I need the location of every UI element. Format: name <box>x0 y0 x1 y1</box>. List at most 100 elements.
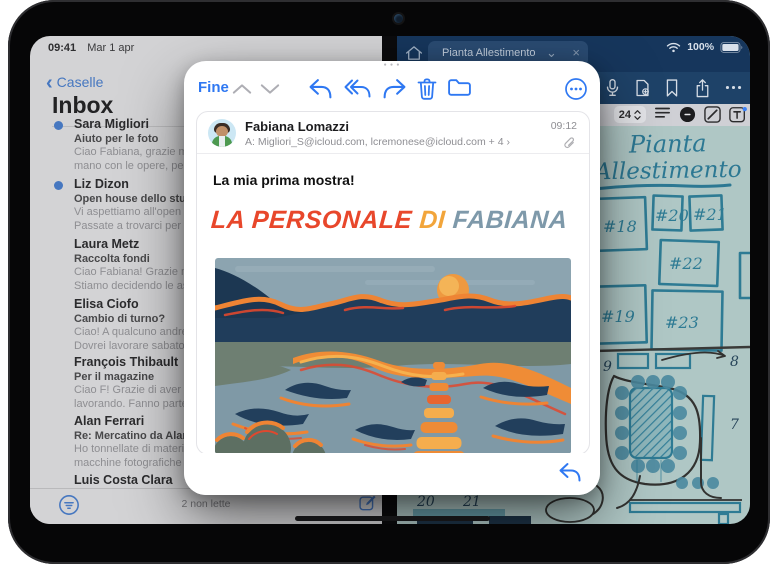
text-align-icon <box>654 106 671 121</box>
add-page-icon <box>634 78 651 98</box>
plan-number: 20 <box>416 494 435 510</box>
reply-icon <box>308 77 333 100</box>
plan-chair <box>676 477 688 489</box>
message-toolbar: Fine <box>184 75 600 107</box>
plan-chair <box>615 406 629 420</box>
chevron-down-icon[interactable]: ⌄ <box>546 45 557 61</box>
battery-percent: 100% <box>687 41 714 53</box>
reply-all-button[interactable] <box>344 77 370 101</box>
exhibition-banner: LA PERSONALE DI FABIANA <box>210 206 582 235</box>
share-icon <box>694 78 711 99</box>
circled-ellipsis-icon <box>564 77 588 101</box>
plan-chair <box>707 477 719 489</box>
back-label: Caselle <box>57 74 104 90</box>
plan-chair <box>661 375 675 389</box>
banner-text-red: LA PERSONALE <box>210 206 413 234</box>
plan-chair <box>673 426 687 440</box>
plan-chair <box>631 375 645 389</box>
reply-icon <box>558 461 582 483</box>
more-options-button[interactable] <box>724 78 744 98</box>
booth-label: #22 <box>669 254 703 273</box>
title-underline <box>594 185 730 189</box>
more-actions-button[interactable] <box>564 77 588 101</box>
tab-close-icon[interactable]: × <box>572 45 580 60</box>
banner-text-orange: DI <box>418 206 446 234</box>
message-recipients[interactable]: A: Migliori_S@icloud.com, lcremonese@icl… <box>245 136 510 148</box>
mail-message-window: ● ● ● Fine <box>184 61 600 495</box>
front-camera-icon <box>394 14 403 23</box>
text-tool-icon <box>729 106 747 123</box>
plan-table <box>630 388 672 458</box>
chevron-down-icon <box>260 83 280 95</box>
plan-number: 7 <box>730 417 739 433</box>
plan-chair <box>673 446 687 460</box>
document-tab-title: Pianta Allestimento <box>442 47 536 59</box>
message-card: Fabiana Lomazzi A: Migliori_S@icloud.com… <box>196 111 590 455</box>
window-grab-handle[interactable]: ● ● ● <box>184 62 600 68</box>
move-to-folder-button[interactable] <box>447 77 473 101</box>
unread-count-label: 2 non lette <box>30 498 382 510</box>
text-tool-button[interactable] <box>729 106 746 123</box>
reply-button[interactable] <box>308 77 334 101</box>
attachment-button[interactable] <box>563 137 576 150</box>
booth-label: #20 <box>655 206 689 225</box>
plan-chair <box>673 406 687 420</box>
plan-chair <box>646 459 660 473</box>
share-button[interactable] <box>694 78 714 98</box>
status-bar-left: 09:41 Mar 1 apr <box>48 42 134 54</box>
line-tool-button[interactable] <box>704 106 721 123</box>
ellipsis-icon <box>724 78 743 97</box>
booth-label: #18 <box>603 217 637 236</box>
plan-arrow <box>662 351 725 360</box>
line-tool-icon <box>704 106 721 123</box>
home-indicator[interactable] <box>295 516 490 521</box>
forward-button[interactable] <box>382 77 408 101</box>
next-message-button[interactable] <box>260 83 282 97</box>
font-size-value: 24 <box>619 109 631 121</box>
plan-chair <box>631 459 645 473</box>
plan-number: 9 <box>603 359 612 375</box>
chevron-up-icon <box>232 83 252 95</box>
folder-icon <box>447 77 472 98</box>
add-page-button[interactable] <box>634 78 654 98</box>
message-header[interactable]: Fabiana Lomazzi A: Migliori_S@icloud.com… <box>197 112 589 154</box>
plan-number: 21 <box>462 494 481 510</box>
plan-chair <box>673 386 687 400</box>
canvas-title-line2: Allestimento <box>593 157 742 186</box>
plan-rect <box>701 396 714 460</box>
microphone-button[interactable] <box>604 78 624 98</box>
color-swatch-icon <box>679 106 696 123</box>
trash-button[interactable] <box>416 77 442 101</box>
plan-number: 8 <box>730 354 739 370</box>
done-button[interactable]: Fine <box>198 79 229 96</box>
message-time: 09:12 <box>551 120 577 132</box>
status-bar-right: 100% <box>666 41 744 55</box>
paperclip-icon <box>563 137 576 150</box>
previous-message-button[interactable] <box>232 83 254 97</box>
wifi-icon <box>666 41 681 54</box>
sunset-painting <box>215 258 571 454</box>
banner-text-slate: FABIANA <box>452 206 569 234</box>
battery-icon <box>720 41 744 54</box>
trash-icon <box>416 77 438 101</box>
status-time: 09:41 <box>48 42 76 54</box>
ipad-screen: 09:41 Mar 1 apr ‹Caselle Inbox Sara Migl… <box>30 36 750 524</box>
message-subject: La mia prima mostra! <box>213 172 355 188</box>
quick-reply-button[interactable] <box>558 461 582 483</box>
font-size-stepper[interactable]: 24 <box>614 106 646 123</box>
canvas-title-line1: Pianta <box>628 129 707 158</box>
text-align-button[interactable] <box>654 106 671 123</box>
compose-button[interactable] <box>358 493 378 513</box>
filter-button[interactable] <box>58 494 80 516</box>
booth-label: #23 <box>665 313 699 332</box>
color-swatch-button[interactable] <box>679 106 696 123</box>
booth-box-partial <box>740 253 750 298</box>
home-icon <box>405 44 423 62</box>
bookmark-button[interactable] <box>664 78 684 98</box>
avatar-shirt-stripe <box>219 136 225 147</box>
booth-label: #21 <box>693 205 727 224</box>
compose-icon <box>358 493 378 513</box>
sender-avatar <box>208 119 236 147</box>
forward-icon <box>382 77 407 100</box>
reply-all-icon <box>344 77 372 100</box>
